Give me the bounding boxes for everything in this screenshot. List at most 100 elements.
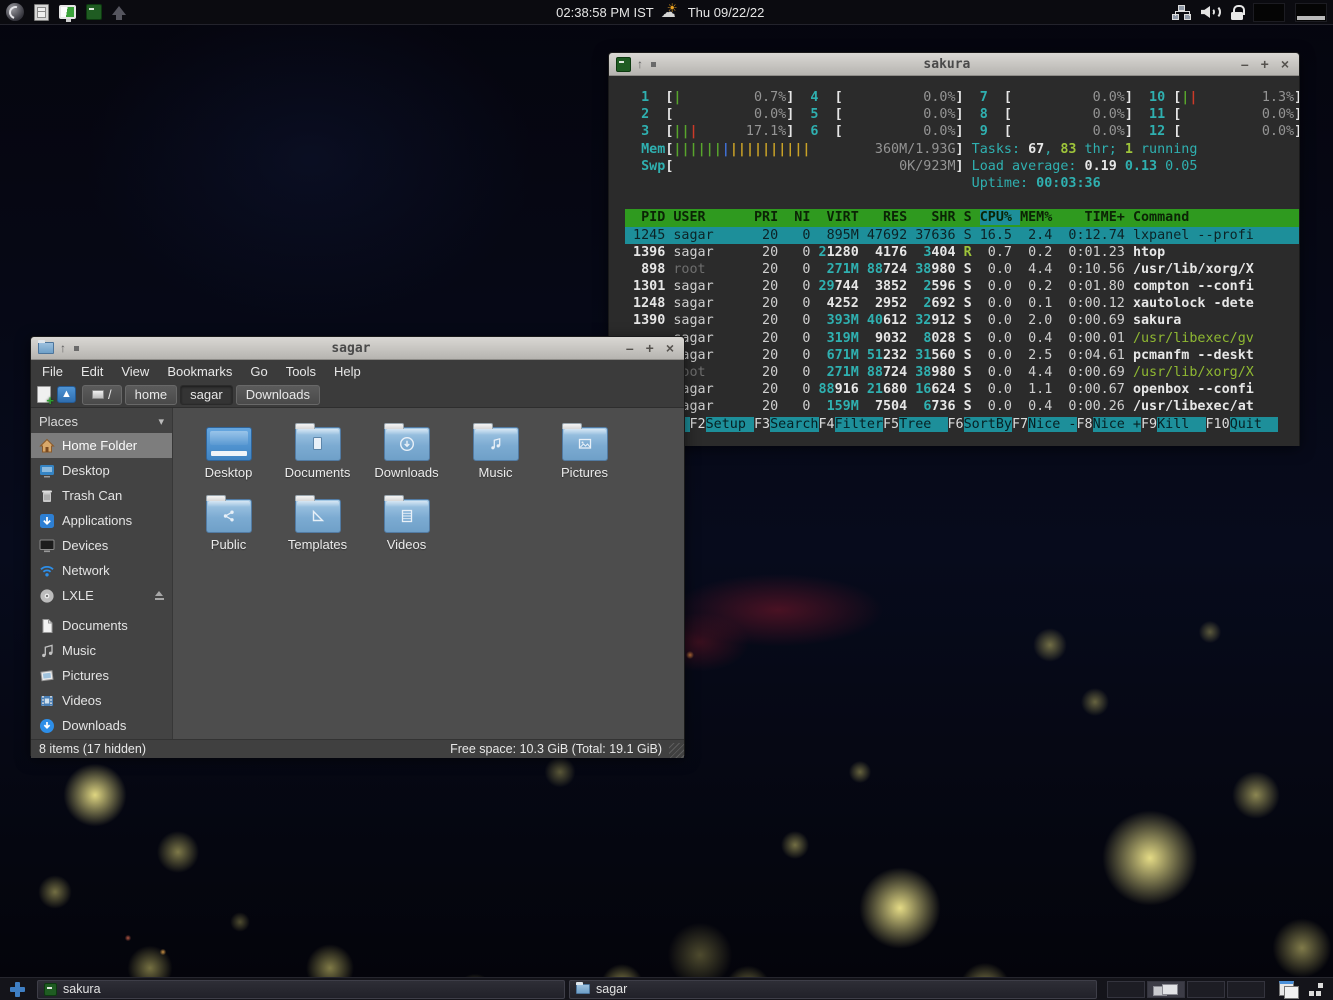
fkey-f10[interactable]: F10 <box>1206 417 1230 432</box>
col-res[interactable]: RES <box>867 210 915 225</box>
menu-tools[interactable]: Tools <box>277 362 325 381</box>
col-pri[interactable]: PRI <box>754 210 786 225</box>
sidebar-item-music[interactable]: Music <box>31 638 172 663</box>
process-row[interactable]: sagar 20 0 159M 7504 6736 S 0.0 0.4 0:00… <box>625 398 1299 415</box>
fkey-label-f9[interactable]: Kill <box>1157 417 1205 432</box>
fkey-f7[interactable]: F7 <box>1012 417 1028 432</box>
task-button-sagar[interactable]: sagar <box>569 980 1097 999</box>
breadcrumb-home[interactable]: home <box>125 385 178 405</box>
process-row[interactable]: 1245 sagar 20 0 895M 47692 37636 S 16.5 … <box>625 227 1299 244</box>
shade-arrow-icon[interactable]: ↑ <box>637 58 643 70</box>
sidebar-item-applications[interactable]: Applications <box>31 508 172 533</box>
file-item-documents[interactable]: Documents <box>273 421 362 493</box>
new-tab-icon[interactable] <box>37 386 51 403</box>
file-item-downloads[interactable]: Downloads <box>362 421 451 493</box>
clock-area[interactable]: 02:38:58 PM IST ☀☁ Thu 09/22/22 <box>556 4 764 20</box>
menu-help[interactable]: Help <box>325 362 370 381</box>
sidebar-item-lxle[interactable]: LXLE <box>31 583 172 608</box>
menu-edit[interactable]: Edit <box>72 362 112 381</box>
resize-grip[interactable] <box>669 743 684 758</box>
col-virt[interactable]: VIRT <box>819 210 867 225</box>
process-row[interactable]: 1396 sagar 20 0 21280 4176 3404 R 0.7 0.… <box>625 244 1299 261</box>
volume-icon[interactable] <box>1201 5 1221 19</box>
maximize-button[interactable]: + <box>1258 57 1272 71</box>
sidebar-item-home-folder[interactable]: Home Folder <box>31 433 172 458</box>
file-item-desktop[interactable]: Desktop <box>184 421 273 493</box>
network-icon[interactable] <box>1172 5 1191 20</box>
sidebar-item-pictures[interactable]: Pictures <box>31 663 172 688</box>
menu-view[interactable]: View <box>112 362 158 381</box>
col-shr[interactable]: SHR <box>915 210 963 225</box>
col-command[interactable]: Command <box>1133 210 1189 225</box>
lxle-menu-icon[interactable] <box>6 3 24 21</box>
cpu-monitor-widget[interactable] <box>1253 3 1285 22</box>
lock-icon[interactable] <box>1231 5 1243 20</box>
col-user[interactable]: USER <box>673 210 754 225</box>
breadcrumb-sagar[interactable]: sagar <box>180 385 233 405</box>
menu-bookmarks[interactable]: Bookmarks <box>158 362 241 381</box>
workspace-2[interactable] <box>1147 981 1185 998</box>
fkey-f6[interactable]: F6 <box>948 417 964 432</box>
file-item-templates[interactable]: Templates <box>273 493 362 565</box>
col-mem[interactable]: MEM% <box>1020 210 1060 225</box>
col-pid[interactable]: PID <box>625 210 673 225</box>
terminal-titlebar[interactable]: ↑ sakura – + × <box>609 53 1299 76</box>
file-item-music[interactable]: Music <box>451 421 540 493</box>
process-row[interactable]: 1248 sagar 20 0 4252 2952 2692 S 0.0 0.1… <box>625 295 1299 312</box>
sidebar-item-network[interactable]: Network <box>31 558 172 583</box>
file-item-videos[interactable]: Videos <box>362 493 451 565</box>
fkey-label-f10[interactable]: Quit <box>1230 417 1278 432</box>
file-item-public[interactable]: Public <box>184 493 273 565</box>
workspace-3[interactable] <box>1187 981 1225 998</box>
weather-icon[interactable]: ☀☁ <box>661 4 681 20</box>
process-row[interactable]: 1390 sagar 20 0 393M 40612 32912 S 0.0 2… <box>625 312 1299 329</box>
maximize-button[interactable]: + <box>643 341 657 355</box>
process-row[interactable]: root 20 0 271M 88724 38980 S 0.0 4.4 0:0… <box>625 364 1299 381</box>
places-header[interactable]: Places ▾ <box>31 409 172 433</box>
col-ni[interactable]: NI <box>786 210 818 225</box>
breadcrumb-root[interactable]: / <box>82 385 122 405</box>
process-row[interactable]: sagar 20 0 319M 9032 8028 S 0.0 0.4 0:00… <box>625 330 1299 347</box>
menu-dot-icon[interactable] <box>651 62 656 67</box>
fkey-f9[interactable]: F9 <box>1141 417 1157 432</box>
eject-icon[interactable] <box>154 591 165 600</box>
fkey-f5[interactable]: F5 <box>883 417 899 432</box>
fkey-label-f3[interactable]: Search <box>770 417 818 432</box>
fkey-label-f6[interactable]: SortBy <box>964 417 1012 432</box>
file-manager-icon[interactable] <box>34 4 49 21</box>
process-row[interactable]: 898 root 20 0 271M 88724 38980 S 0.0 4.4… <box>625 261 1299 278</box>
task-button-sakura[interactable]: sakura <box>37 980 565 999</box>
ram-monitor-widget[interactable] <box>1295 3 1327 22</box>
sidebar-item-videos[interactable]: Videos <box>31 688 172 713</box>
fkey-label-f8[interactable]: Nice + <box>1093 417 1141 432</box>
sidebar-item-documents[interactable]: Documents <box>31 613 172 638</box>
up-arrow-icon[interactable] <box>112 6 126 15</box>
menu-dot-icon[interactable] <box>74 346 79 351</box>
workspace-1[interactable] <box>1107 981 1145 998</box>
navigate-up-button[interactable]: ▲ <box>57 386 76 403</box>
minimize-button[interactable]: – <box>1238 57 1252 71</box>
fkey-f2[interactable]: F2 <box>690 417 706 432</box>
fkey-f4[interactable]: F4 <box>819 417 835 432</box>
close-button[interactable]: × <box>1278 57 1292 71</box>
display-settings-icon[interactable] <box>59 5 76 19</box>
icon-grid-icon[interactable] <box>1309 983 1323 996</box>
workspace-4[interactable] <box>1227 981 1265 998</box>
fkey-f3[interactable]: F3 <box>754 417 770 432</box>
process-row[interactable]: 1301 sagar 20 0 29744 3852 2596 S 0.0 0.… <box>625 278 1299 295</box>
sidebar-item-downloads[interactable]: Downloads <box>31 713 172 738</box>
col-time[interactable]: TIME+ <box>1060 210 1133 225</box>
process-row[interactable]: sagar 20 0 88916 21680 16624 S 0.0 1.1 0… <box>625 381 1299 398</box>
htop-screen[interactable]: 1 [|0.7%] 4 [0.0%] 7 [0.0%] 10 [||1.3%] … <box>609 76 1299 446</box>
sidebar-item-desktop[interactable]: Desktop <box>31 458 172 483</box>
fkey-label-f4[interactable]: Filter <box>835 417 883 432</box>
sidebar-item-devices[interactable]: Devices <box>31 533 172 558</box>
close-button[interactable]: × <box>663 341 677 355</box>
shade-arrow-icon[interactable]: ↑ <box>60 342 66 354</box>
show-desktop-icon[interactable] <box>10 982 25 997</box>
fkey-label-f7[interactable]: Nice - <box>1028 417 1076 432</box>
file-item-pictures[interactable]: Pictures <box>540 421 629 493</box>
breadcrumb-downloads[interactable]: Downloads <box>236 385 320 405</box>
fkey-f8[interactable]: F8 <box>1077 417 1093 432</box>
col-cpu-sorted[interactable]: CPU% <box>980 210 1020 225</box>
